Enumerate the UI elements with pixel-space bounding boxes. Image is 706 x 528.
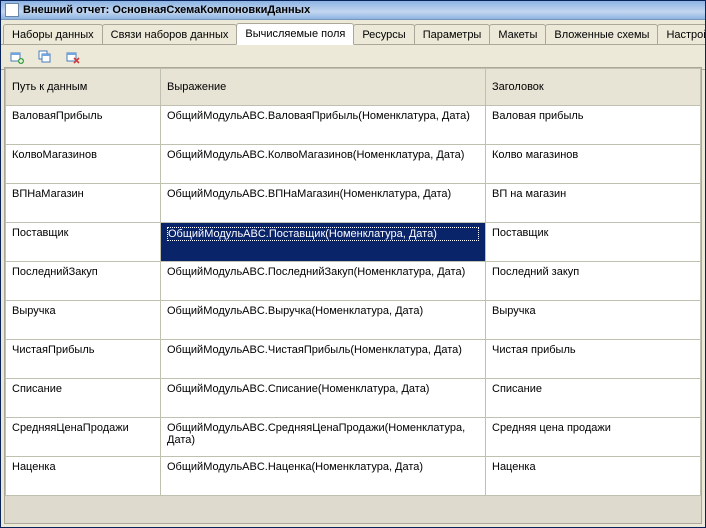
cell-title[interactable]: Колво магазинов	[486, 145, 701, 184]
cell-title[interactable]: Валовая прибыль	[486, 106, 701, 145]
copy-row-icon	[38, 50, 52, 64]
window-root: Внешний отчет: ОсновнаяСхемаКомпоновкиДа…	[0, 0, 706, 528]
cell-title[interactable]: Последний закуп	[486, 262, 701, 301]
cell-path[interactable]: Наценка	[6, 457, 161, 496]
delete-row-icon	[66, 50, 80, 64]
col-header-expression[interactable]: Выражение	[161, 69, 486, 106]
tab-datasets[interactable]: Наборы данных	[3, 24, 103, 44]
cell-path[interactable]: ЧистаяПрибыль	[6, 340, 161, 379]
tab-dataset-links[interactable]: Связи наборов данных	[102, 24, 238, 44]
cell-title[interactable]: Выручка	[486, 301, 701, 340]
col-header-title[interactable]: Заголовок	[486, 69, 701, 106]
window-title: Внешний отчет: ОсновнаяСхемаКомпоновкиДа…	[23, 4, 310, 16]
cell-title[interactable]: Чистая прибыль	[486, 340, 701, 379]
grid-container: Путь к данным Выражение Заголовок Валова…	[4, 67, 702, 524]
cell-title[interactable]: Наценка	[486, 457, 701, 496]
table-row[interactable]: ВаловаяПрибыль ОбщийМодульABC.ВаловаяПри…	[6, 106, 701, 145]
table-row[interactable]: ВПНаМагазин ОбщийМодульABC.ВПНаМагазин(Н…	[6, 184, 701, 223]
cell-expression[interactable]: ОбщийМодульABC.Выручка(Номенклатура, Дат…	[161, 301, 486, 340]
cell-title[interactable]: Средняя цена продажи	[486, 418, 701, 457]
cell-path[interactable]: ВПНаМагазин	[6, 184, 161, 223]
table-row-selected[interactable]: Поставщик ОбщийМодульABC.Поставщик(Номен…	[6, 223, 701, 262]
table-row[interactable]: Списание ОбщийМодульABC.Списание(Номенкл…	[6, 379, 701, 418]
cell-path[interactable]: Списание	[6, 379, 161, 418]
cell-expression[interactable]: ОбщийМодульABC.ВаловаяПрибыль(Номенклату…	[161, 106, 486, 145]
tab-nested-schemas[interactable]: Вложенные схемы	[545, 24, 658, 44]
cell-expression[interactable]: ОбщийМодульABC.ЧистаяПрибыль(Номенклатур…	[161, 340, 486, 379]
titlebar: Внешний отчет: ОсновнаяСхемаКомпоновкиДа…	[1, 1, 705, 20]
table-row[interactable]: Наценка ОбщийМодульABC.Наценка(Номенклат…	[6, 457, 701, 496]
cell-title[interactable]: Списание	[486, 379, 701, 418]
cell-expression[interactable]: ОбщийМодульABC.КолвоМагазинов(Номенклату…	[161, 145, 486, 184]
cell-expression[interactable]: ОбщийМодульABC.Списание(Номенклатура, Да…	[161, 379, 486, 418]
cell-expression[interactable]: ОбщийМодульABC.ПоследнийЗакуп(Номенклату…	[161, 262, 486, 301]
cell-title[interactable]: ВП на магазин	[486, 184, 701, 223]
table-row[interactable]: ЧистаяПрибыль ОбщийМодульABC.ЧистаяПрибы…	[6, 340, 701, 379]
cell-path[interactable]: СредняяЦенаПродажи	[6, 418, 161, 457]
add-row-icon	[10, 50, 24, 64]
cell-title[interactable]: Поставщик	[486, 223, 701, 262]
cell-path[interactable]: ПоследнийЗакуп	[6, 262, 161, 301]
tab-strip: Наборы данных Связи наборов данных Вычис…	[1, 20, 705, 45]
tab-resources[interactable]: Ресурсы	[353, 24, 414, 44]
add-button[interactable]	[5, 46, 29, 68]
table-header-row: Путь к данным Выражение Заголовок	[6, 69, 701, 106]
app-icon	[5, 3, 19, 17]
cell-path[interactable]: КолвоМагазинов	[6, 145, 161, 184]
tab-settings[interactable]: Настройки	[657, 24, 706, 44]
table-row[interactable]: ПоследнийЗакуп ОбщийМодульABC.ПоследнийЗ…	[6, 262, 701, 301]
table-row[interactable]: КолвоМагазинов ОбщийМодульABC.КолвоМагаз…	[6, 145, 701, 184]
tab-layouts[interactable]: Макеты	[489, 24, 546, 44]
cell-path[interactable]: Поставщик	[6, 223, 161, 262]
fields-table: Путь к данным Выражение Заголовок Валова…	[5, 68, 701, 496]
copy-button[interactable]	[33, 46, 57, 68]
cell-path[interactable]: Выручка	[6, 301, 161, 340]
table-row[interactable]: СредняяЦенаПродажи ОбщийМодульABC.Средня…	[6, 418, 701, 457]
cell-expression-editing[interactable]: ОбщийМодульABC.Поставщик(Номенклатура, Д…	[161, 223, 486, 262]
delete-button[interactable]	[61, 46, 85, 68]
cell-expression[interactable]: ОбщийМодульABC.ВПНаМагазин(Номенклатура,…	[161, 184, 486, 223]
cell-expression[interactable]: ОбщийМодульABC.СредняяЦенаПродажи(Номенк…	[161, 418, 486, 457]
col-header-path[interactable]: Путь к данным	[6, 69, 161, 106]
tab-parameters[interactable]: Параметры	[414, 24, 491, 44]
cell-expression[interactable]: ОбщийМодульABC.Наценка(Номенклатура, Дат…	[161, 457, 486, 496]
table-row[interactable]: Выручка ОбщийМодульABC.Выручка(Номенклат…	[6, 301, 701, 340]
tab-calculated-fields[interactable]: Вычисляемые поля	[236, 23, 354, 45]
cell-path[interactable]: ВаловаяПрибыль	[6, 106, 161, 145]
